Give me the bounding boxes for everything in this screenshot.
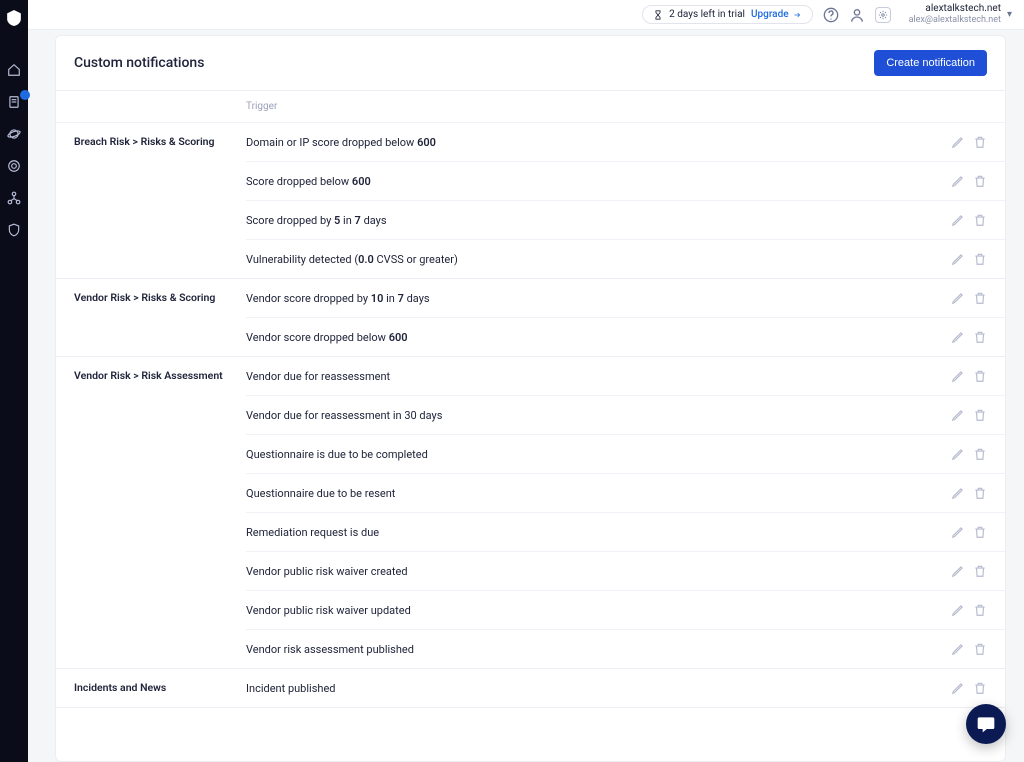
edit-icon[interactable]	[951, 174, 965, 188]
header: 2 days left in trial Upgrade alextalkste…	[28, 0, 1024, 30]
delete-icon[interactable]	[973, 408, 987, 422]
notification-row: Vulnerability detected (0.0 CVSS or grea…	[246, 240, 1005, 278]
delete-icon[interactable]	[973, 564, 987, 578]
hourglass-icon	[653, 10, 663, 20]
delete-icon[interactable]	[973, 642, 987, 656]
edit-icon[interactable]	[951, 213, 965, 227]
arrow-right-icon	[792, 11, 802, 19]
trial-text: 2 days left in trial	[669, 9, 745, 20]
delete-icon[interactable]	[973, 486, 987, 500]
planet-icon[interactable]	[6, 126, 22, 142]
edit-icon[interactable]	[951, 603, 965, 617]
trigger-text: Vendor score dropped by 10 in 7 days	[246, 292, 931, 305]
delete-icon[interactable]	[973, 603, 987, 617]
notification-row: Questionnaire due to be resent	[246, 474, 1005, 513]
card-header: Custom notifications Create notification	[56, 36, 1005, 91]
edit-icon[interactable]	[951, 525, 965, 539]
notification-section: Vendor Risk > Risks & ScoringVendor scor…	[56, 279, 1005, 357]
settings-icon[interactable]	[875, 7, 891, 23]
sidebar	[0, 0, 28, 762]
notification-row: Questionnaire is due to be completed	[246, 435, 1005, 474]
trigger-text: Vendor risk assessment published	[246, 643, 931, 656]
shield-icon[interactable]	[6, 222, 22, 238]
notification-row: Vendor risk assessment published	[246, 630, 1005, 668]
notification-row: Score dropped by 5 in 7 days	[246, 201, 1005, 240]
notification-row: Vendor score dropped below 600	[246, 318, 1005, 356]
delete-icon[interactable]	[973, 213, 987, 227]
trigger-text: Vendor public risk waiver created	[246, 565, 931, 578]
report-icon[interactable]	[6, 94, 22, 110]
logo-icon[interactable]	[6, 10, 22, 26]
trial-pill[interactable]: 2 days left in trial Upgrade	[642, 5, 812, 24]
notification-row: Vendor due for reassessment	[246, 357, 1005, 396]
category-label: Breach Risk > Risks & Scoring	[74, 123, 246, 278]
trigger-text: Score dropped below 600	[246, 175, 931, 188]
chat-widget[interactable]	[966, 704, 1006, 744]
account-org: alextalkstech.net	[925, 3, 1001, 15]
home-icon[interactable]	[6, 62, 22, 78]
edit-icon[interactable]	[951, 681, 965, 695]
notification-row: Score dropped below 600	[246, 162, 1005, 201]
edit-icon[interactable]	[951, 291, 965, 305]
notification-section: Vendor Risk > Risk AssessmentVendor due …	[56, 357, 1005, 669]
notification-row: Remediation request is due	[246, 513, 1005, 552]
upgrade-link[interactable]: Upgrade	[751, 9, 802, 20]
notification-row: Domain or IP score dropped below 600	[246, 123, 1005, 162]
edit-icon[interactable]	[951, 330, 965, 344]
trigger-text: Vendor due for reassessment in 30 days	[246, 409, 931, 422]
trigger-text: Vendor score dropped below 600	[246, 331, 931, 344]
category-label: Vendor Risk > Risk Assessment	[74, 357, 246, 668]
edit-icon[interactable]	[951, 447, 965, 461]
edit-icon[interactable]	[951, 369, 965, 383]
trigger-text: Score dropped by 5 in 7 days	[246, 214, 931, 227]
target-icon[interactable]	[6, 158, 22, 174]
trigger-text: Remediation request is due	[246, 526, 931, 539]
notification-row: Vendor due for reassessment in 30 days	[246, 396, 1005, 435]
trigger-column-header: Trigger	[246, 101, 931, 112]
notification-section: Breach Risk > Risks & ScoringDomain or I…	[56, 123, 1005, 279]
edit-icon[interactable]	[951, 486, 965, 500]
trigger-text: Vendor public risk waiver updated	[246, 604, 931, 617]
delete-icon[interactable]	[973, 135, 987, 149]
category-label: Incidents and News	[74, 669, 246, 707]
delete-icon[interactable]	[973, 330, 987, 344]
delete-icon[interactable]	[973, 174, 987, 188]
delete-icon[interactable]	[973, 447, 987, 461]
user-icon[interactable]	[849, 7, 865, 23]
account-menu[interactable]: alextalkstech.net alex@alextalkstech.net…	[901, 3, 1012, 26]
trigger-text: Vendor due for reassessment	[246, 370, 931, 383]
notification-row: Vendor score dropped by 10 in 7 days	[246, 279, 1005, 318]
category-label: Vendor Risk > Risks & Scoring	[74, 279, 246, 356]
create-notification-button[interactable]: Create notification	[874, 50, 987, 76]
trigger-text: Questionnaire due to be resent	[246, 487, 931, 500]
notification-row: Vendor public risk waiver updated	[246, 591, 1005, 630]
notification-row: Vendor public risk waiver created	[246, 552, 1005, 591]
edit-icon[interactable]	[951, 642, 965, 656]
table-head: Trigger	[56, 91, 1005, 123]
hierarchy-icon[interactable]	[6, 190, 22, 206]
notification-row: Incident published	[246, 669, 1005, 707]
notification-section: Incidents and NewsIncident published	[56, 669, 1005, 708]
trigger-text: Domain or IP score dropped below 600	[246, 136, 931, 149]
delete-icon[interactable]	[973, 291, 987, 305]
delete-icon[interactable]	[973, 252, 987, 266]
chat-icon	[976, 714, 996, 734]
delete-icon[interactable]	[973, 525, 987, 539]
trigger-text: Questionnaire is due to be completed	[246, 448, 931, 461]
delete-icon[interactable]	[973, 681, 987, 695]
edit-icon[interactable]	[951, 408, 965, 422]
main-card: Custom notifications Create notification…	[55, 35, 1006, 762]
delete-icon[interactable]	[973, 369, 987, 383]
edit-icon[interactable]	[951, 135, 965, 149]
chevron-down-icon: ▾	[1007, 9, 1012, 20]
trigger-text: Incident published	[246, 682, 931, 695]
trigger-text: Vulnerability detected (0.0 CVSS or grea…	[246, 253, 931, 266]
edit-icon[interactable]	[951, 564, 965, 578]
page-title: Custom notifications	[74, 55, 204, 71]
help-icon[interactable]	[823, 7, 839, 23]
nav-badge	[20, 90, 30, 100]
account-email: alex@alextalkstech.net	[909, 15, 1001, 26]
edit-icon[interactable]	[951, 252, 965, 266]
